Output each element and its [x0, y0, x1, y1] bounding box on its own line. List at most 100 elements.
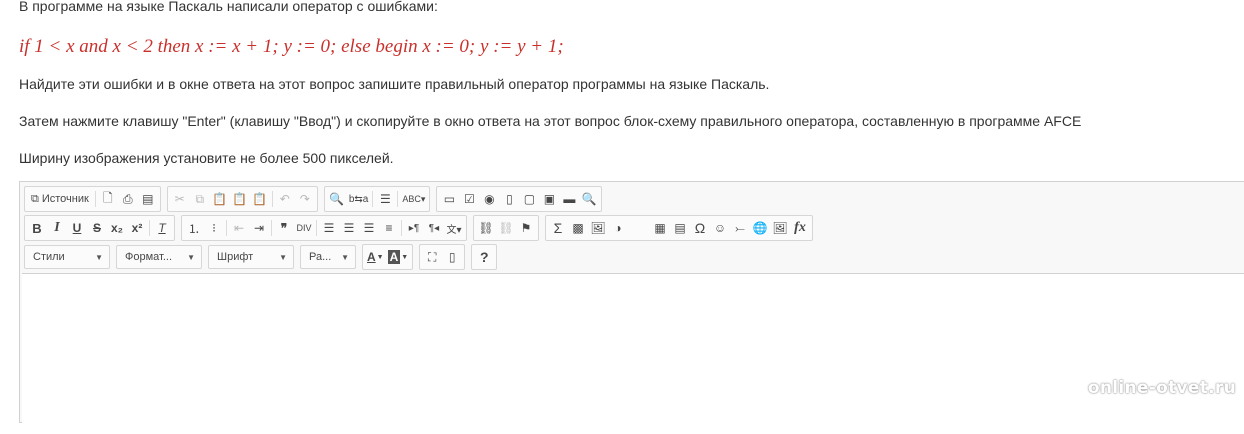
subscript-button[interactable]: x₂ — [107, 217, 127, 239]
copy-icon: ⧉ — [195, 191, 205, 206]
align-left-icon: ☰ — [323, 221, 335, 235]
rtl-button[interactable]: ¶◂ — [424, 217, 444, 239]
omega-icon: Ω — [694, 220, 706, 236]
align-right-button[interactable]: ☰ — [359, 217, 379, 239]
format-dropdown[interactable]: Формат... ▼ — [116, 245, 202, 269]
chevron-down-icon: ▼ — [95, 252, 103, 262]
image-button-button[interactable]: 🔍 — [579, 188, 599, 210]
form-button-button[interactable]: ▬ — [559, 188, 579, 210]
spellcheck-button[interactable]: ABC▾ — [400, 188, 427, 210]
link-button[interactable]: ⛓ — [476, 217, 496, 239]
numbered-list-button[interactable]: ⒈ — [184, 217, 204, 239]
superscript-button[interactable]: x² — [127, 217, 147, 239]
insert-group: Σ ▩ 🖼 ◑ ▦ ▤ Ω ☺ ⤚ 🌐 🖼 fx — [545, 215, 813, 241]
links-group: ⛓ ⛓ ⚑ — [473, 215, 539, 241]
bg-color-icon: A — [387, 250, 401, 264]
math-button[interactable]: Σ — [548, 217, 568, 239]
styles-dropdown[interactable]: Стили ▼ — [24, 245, 110, 269]
blockquote-button[interactable]: ❞ — [274, 217, 294, 239]
formula-button[interactable]: fx — [790, 217, 810, 239]
templates-button[interactable]: ▤ — [138, 188, 158, 210]
image-icon: 🖼 — [590, 221, 606, 235]
clipboard-group: ✂ ⧉ 📋 📋 📋 ↶ ↷ — [166, 186, 318, 212]
ltr-button[interactable]: ▸¶ — [404, 217, 424, 239]
separator — [226, 220, 227, 236]
align-justify-button[interactable]: ≡ — [379, 217, 399, 239]
cut-button[interactable]: ✂ — [170, 188, 190, 210]
indent-icon: ⇥ — [253, 221, 265, 235]
maximize-button[interactable]: ⛶ — [422, 246, 442, 268]
ltr-icon: ▸¶ — [408, 222, 420, 234]
replace-icon: b⇆a — [348, 193, 369, 205]
indent-button[interactable]: ⇥ — [249, 217, 269, 239]
special-char-button[interactable]: Ω — [690, 217, 710, 239]
unlink-icon: ⛓ — [498, 221, 514, 235]
text-color-button[interactable]: A ▼ — [365, 246, 386, 268]
smiley-icon: ☺ — [713, 221, 727, 235]
language-button[interactable]: 文▾ — [444, 217, 464, 239]
flash-button[interactable]: ▩ — [568, 217, 588, 239]
iframe-button[interactable]: 🌐 — [750, 217, 770, 239]
radio-button[interactable]: ◉ — [479, 188, 499, 210]
redo-button[interactable]: ↷ — [295, 188, 315, 210]
smiley-button[interactable]: ☺ — [710, 217, 730, 239]
find-button[interactable]: 🔍 — [327, 188, 347, 210]
bold-button[interactable]: B — [27, 217, 47, 239]
paste-text-button[interactable]: 📋 — [230, 188, 250, 210]
print-button[interactable]: ⎙ — [118, 188, 138, 210]
video-button[interactable]: ◑ — [608, 217, 628, 239]
remove-format-button[interactable]: T — [152, 217, 172, 239]
font-dropdown[interactable]: Шрифт ▼ — [208, 245, 294, 269]
textfield-button[interactable]: ▯ — [499, 188, 519, 210]
italic-icon: I — [54, 220, 60, 235]
outdent-icon: ⇤ — [233, 221, 245, 235]
faulty-code: if 1 < x and x < 2 then x := x + 1; y :=… — [19, 36, 564, 57]
text-color-icon: A — [367, 250, 376, 264]
size-dropdown[interactable]: Ра... ▼ — [300, 245, 356, 269]
copy-button[interactable]: ⧉ — [190, 188, 210, 210]
editor-content-area[interactable] — [22, 273, 1244, 434]
unlink-button[interactable]: ⛓ — [496, 217, 516, 239]
globe-icon: 🌐 — [752, 221, 768, 235]
basic-styles-group: B I U S x₂ x² T — [24, 215, 175, 241]
div-container-button[interactable]: DIV — [294, 217, 314, 239]
checkbox-icon: ☑ — [463, 192, 475, 206]
select-all-button[interactable]: ☰ — [375, 188, 395, 210]
align-left-button[interactable]: ☰ — [319, 217, 339, 239]
paste-button[interactable]: 📋 — [210, 188, 230, 210]
page-break-button[interactable]: ⤚ — [730, 217, 750, 239]
italic-button[interactable]: I — [47, 217, 67, 239]
outdent-button[interactable]: ⇤ — [229, 217, 249, 239]
horizontal-line-button[interactable]: ▤ — [670, 217, 690, 239]
underline-icon: U — [72, 221, 82, 235]
format-label: Формат... — [125, 251, 173, 263]
replace-button[interactable]: b⇆a — [347, 188, 371, 210]
bulleted-list-button[interactable]: ⁝ — [204, 217, 224, 239]
tools-group: ⛶ ▯ — [419, 244, 466, 270]
about-button[interactable]: ? — [474, 246, 494, 268]
paste-word-button[interactable]: 📋 — [250, 188, 270, 210]
undo-button[interactable]: ↶ — [275, 188, 295, 210]
textarea-button[interactable]: ▢ — [519, 188, 539, 210]
textarea-icon: ▢ — [523, 192, 536, 206]
source-button[interactable]: ⧉ Источник — [27, 188, 93, 210]
image-button[interactable]: 🖼 — [588, 217, 608, 239]
checkbox-button[interactable]: ☑ — [459, 188, 479, 210]
underline-button[interactable]: U — [67, 217, 87, 239]
strike-button[interactable]: S — [87, 217, 107, 239]
select-button[interactable]: ▣ — [539, 188, 559, 210]
page-break-icon: ⤚ — [735, 220, 745, 235]
table-button[interactable]: ▦ — [650, 217, 670, 239]
show-blocks-button[interactable]: ▯ — [442, 246, 462, 268]
new-page-button[interactable]: 🗋 — [98, 188, 118, 210]
align-center-button[interactable]: ☰ — [339, 217, 359, 239]
instruction-image-width: Ширину изображения установите не более 5… — [19, 150, 394, 166]
anchor-button[interactable]: ⚑ — [516, 217, 536, 239]
bg-color-button[interactable]: A ▼ — [386, 246, 411, 268]
blockquote-icon: ❞ — [280, 221, 288, 235]
form-button[interactable]: ▭ — [439, 188, 459, 210]
styles-label: Стили — [33, 251, 65, 263]
about-group: ? — [471, 244, 498, 270]
image2-button[interactable]: 🖼 — [770, 217, 790, 239]
maximize-icon: ⛶ — [428, 249, 437, 264]
